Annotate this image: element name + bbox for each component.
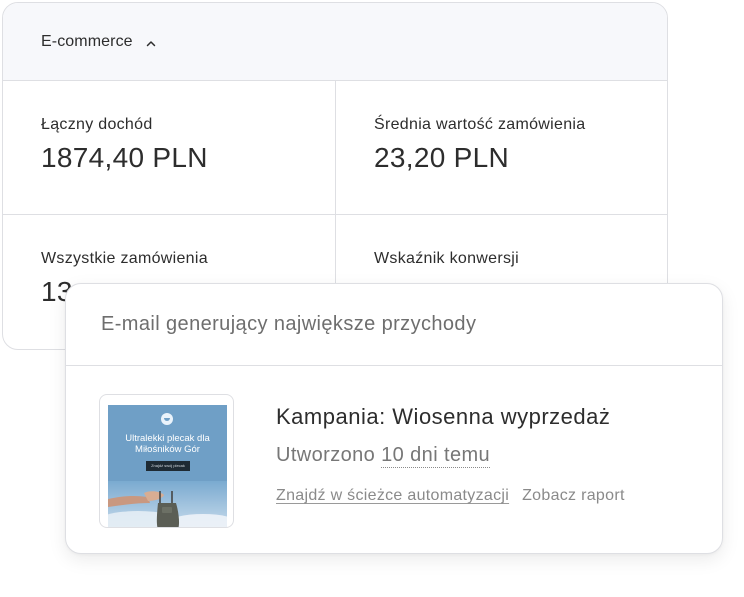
created-relative-time[interactable]: 10 dni temu	[381, 444, 491, 468]
brand-logo-icon	[161, 413, 173, 425]
ecommerce-title: E-commerce	[41, 32, 133, 50]
email-thumbnail[interactable]: Ultralekki plecak dla Miłośników Gór Zna…	[99, 394, 234, 528]
metric-label: Średnia wartość zamówienia	[374, 116, 586, 133]
metric-value: 23,20 PLN	[374, 142, 510, 173]
find-in-automation-link[interactable]: Znajdź w ścieżce automatyzacji	[276, 487, 509, 504]
backpack-photo	[108, 481, 227, 527]
metric-label: Wskaźnik konwersji	[374, 250, 519, 267]
top-email-header: E-mail generujący największe przychody	[66, 284, 722, 366]
email-thumbnail-preview: Ultralekki plecak dla Miłośników Gór Zna…	[108, 405, 227, 527]
stage: E-commerce Łączny dochód 1874,40 PLN Śre…	[0, 0, 744, 597]
metric-label: Łączny dochód	[41, 116, 153, 133]
metric-value: 1874,40 PLN	[41, 142, 208, 173]
created-prefix: Utworzono	[276, 444, 382, 466]
metric-label: Wszystkie zamówienia	[41, 250, 208, 267]
metric-average-order-value: Średnia wartość zamówienia 23,20 PLN	[335, 81, 667, 214]
metric-total-revenue: Łączny dochód 1874,40 PLN	[3, 81, 335, 214]
top-email-title: E-mail generujący największe przychody	[101, 313, 477, 335]
email-links: Znajdź w ścieżce automatyzacji Zobacz rap…	[276, 487, 625, 505]
thumbnail-heading: Ultralekki plecak dla Miłośników Gór	[125, 433, 210, 455]
view-report-link[interactable]: Zobacz raport	[522, 487, 625, 504]
created-info: Utworzono 10 dni temu	[276, 444, 491, 468]
campaign-title[interactable]: Kampania: Wiosenna wyprzedaż	[276, 404, 610, 430]
ecommerce-header[interactable]: E-commerce	[3, 3, 667, 81]
thumbnail-cta-button: Znajdź swój plecak	[146, 461, 190, 471]
top-email-card: E-mail generujący największe przychody U…	[65, 283, 723, 554]
top-email-body: Ultralekki plecak dla Miłośników Gór Zna…	[66, 366, 722, 553]
chevron-up-icon[interactable]	[145, 37, 157, 49]
